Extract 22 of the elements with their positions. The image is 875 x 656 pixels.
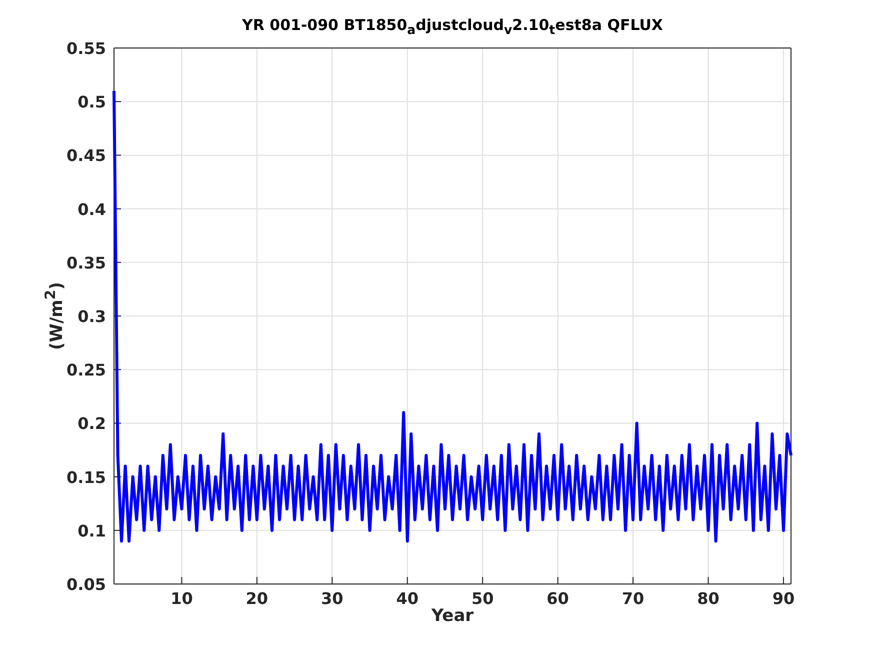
y-tick-label: 0.1	[78, 521, 106, 540]
x-tick-label: 90	[772, 589, 795, 608]
x-tick-label: 50	[471, 589, 494, 608]
x-tick-label: 70	[622, 589, 644, 608]
x-tick-label: 60	[546, 589, 569, 608]
x-tick-label: 20	[246, 589, 268, 608]
x-tick-label: 40	[396, 589, 418, 608]
y-tick-label: 0.05	[66, 575, 106, 594]
y-tick-label: 0.5	[78, 92, 106, 112]
y-tick-label: 0.4	[78, 200, 106, 219]
y-tick-label: 0.3	[78, 307, 106, 326]
y-tick-label: 0.2	[78, 414, 106, 434]
y-tick-label: 0.55	[66, 39, 106, 58]
x-tick-label: 80	[697, 589, 720, 608]
y-tick-label: 0.25	[66, 360, 106, 380]
x-tick-label: 30	[321, 589, 344, 608]
y-tick-label: 0.35	[66, 253, 106, 272]
x-tick-label: 10	[170, 589, 193, 608]
y-tick-label: 0.15	[66, 468, 106, 487]
chart-title: YR 001-090 BT1850$_{a}$djustcloud$_{v}$2.10$_{t}$est8a QFLUX	[241, 16, 664, 37]
y-tick-label: 0.45	[66, 146, 106, 166]
x-axis-label: Year	[430, 606, 475, 626]
